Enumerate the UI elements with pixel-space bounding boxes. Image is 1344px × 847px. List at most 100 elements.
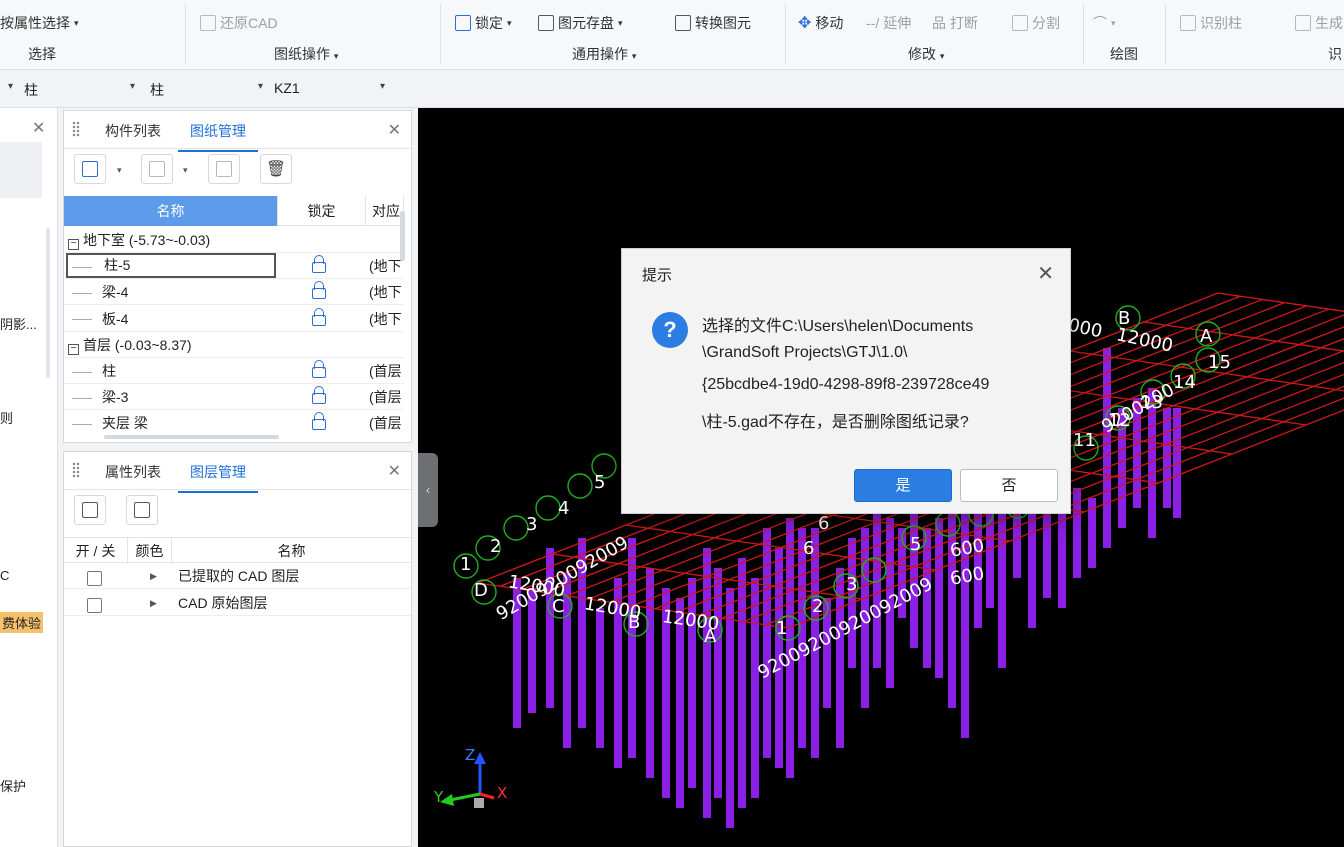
- delete-drawing-button[interactable]: 🗑: [260, 154, 292, 184]
- group-label-common-ops[interactable]: 通用操作 ▾: [572, 44, 636, 64]
- split-icon: [1012, 15, 1028, 31]
- correspond-floor: (地下: [369, 310, 401, 327]
- drawing-row[interactable]: 柱-5 (地下: [64, 253, 404, 280]
- viewport-label-nf1: 1: [776, 618, 788, 639]
- lock-cell: [312, 253, 332, 279]
- drag-handle-icon[interactable]: [72, 462, 80, 478]
- lock-icon[interactable]: [312, 281, 326, 300]
- lock-button[interactable]: 锁定 ▾: [455, 13, 512, 33]
- lock-icon[interactable]: [312, 386, 326, 405]
- layer-hide-icon: [134, 502, 150, 518]
- tree-line: [72, 384, 98, 410]
- layer-row[interactable]: ▶ CAD 原始图层: [64, 590, 411, 616]
- close-icon[interactable]: ✕: [1037, 261, 1054, 286]
- ribbon-toolbar: 按属性选择 ▾ 选择 还原CAD 图纸操作 ▾ 锁定 ▾ 图元存盘 ▾ 转换图元 通用…: [0, 0, 1344, 70]
- drawing-row[interactable]: 板-4 (地下: [64, 306, 404, 332]
- drawing-row[interactable]: 夹层 梁 (首层: [64, 410, 404, 432]
- category-value: 柱: [24, 82, 38, 98]
- lock-cell: [312, 279, 332, 305]
- split-drawing-button[interactable]: [208, 154, 240, 184]
- close-icon[interactable]: ✕: [32, 118, 45, 138]
- col-toggle: 开 / 关: [64, 538, 128, 564]
- expand-toggle-icon[interactable]: −: [68, 239, 79, 250]
- group-label-identify: 识: [1328, 46, 1342, 62]
- split-button[interactable]: 分割: [1012, 13, 1060, 33]
- layer-checkbox[interactable]: [87, 571, 102, 586]
- trial-badge[interactable]: 费体验: [0, 612, 44, 633]
- lock-icon[interactable]: [312, 360, 326, 378]
- expand-toggle-icon[interactable]: −: [68, 343, 79, 355]
- extend-button[interactable]: --/延伸: [866, 13, 911, 33]
- drawing-name: 柱: [102, 363, 116, 379]
- drawing-row[interactable]: 梁-3 (首层: [64, 384, 404, 411]
- col-correspond[interactable]: 对应: [366, 196, 404, 226]
- save-element-button[interactable]: 图元存盘 ▾: [538, 13, 623, 33]
- layer-management-panel: 属性列表 图层管理 ✕ 开 / 关 颜色 名称 ▶ 已提取的 CAD 图层 ▶ CAD…: [63, 451, 412, 847]
- close-icon[interactable]: ✕: [388, 461, 401, 481]
- tab-layer-management[interactable]: 图层管理: [178, 462, 258, 493]
- viewport-label-axis-a-top: A: [1200, 326, 1213, 347]
- expand-arrow-icon[interactable]: ▶: [150, 563, 162, 589]
- chevron-down-icon: ▾: [130, 81, 136, 92]
- col-name[interactable]: 名称: [64, 196, 278, 226]
- lock-icon[interactable]: [312, 412, 326, 431]
- group-label-drawing-ops[interactable]: 图纸操作 ▾: [274, 44, 338, 64]
- layer-checkbox[interactable]: [87, 598, 102, 613]
- tree-line: [72, 358, 98, 384]
- group-label-select: 选择: [28, 46, 56, 62]
- hide-layer-button[interactable]: [126, 495, 158, 525]
- trash-icon: 🗑: [265, 161, 287, 178]
- partial-label-1: 则: [0, 411, 14, 426]
- expand-arrow-icon[interactable]: ▶: [150, 590, 162, 616]
- axis-y-label: Y: [434, 788, 444, 806]
- identify-column-button[interactable]: 识别柱: [1180, 13, 1242, 33]
- drawing-name: 板-4: [102, 310, 129, 327]
- lock-icon: [455, 15, 471, 31]
- lock-icon[interactable]: [312, 255, 326, 274]
- floor-group-row[interactable]: − 首层 (-0.03~8.37): [64, 332, 404, 358]
- layer-row[interactable]: ▶ 已提取的 CAD 图层: [64, 563, 411, 589]
- restore-cad-button[interactable]: 还原CAD: [200, 13, 278, 33]
- generate-button[interactable]: 生成: [1295, 13, 1343, 33]
- edit-icon: [149, 161, 165, 177]
- edit-drawing-button[interactable]: [141, 154, 173, 184]
- no-button[interactable]: 否: [960, 469, 1058, 502]
- drag-handle-icon[interactable]: [72, 121, 80, 137]
- drawing-row[interactable]: 柱 (首层: [64, 358, 404, 384]
- yes-button[interactable]: 是: [854, 469, 952, 502]
- drawing-management-panel: 构件列表 图纸管理 ✕ ▾ ▾ 🗑 名称 锁定 对应 − 地下室 (-5.73~-…: [63, 110, 412, 443]
- floor-group-label: 地下室 (-5.73~-0.03): [83, 232, 211, 248]
- drawing-name: 夹层 梁: [102, 415, 148, 432]
- column-element: [1103, 348, 1111, 548]
- col-lock[interactable]: 锁定: [278, 196, 366, 226]
- select-by-property-button[interactable]: 按属性选择 ▾: [0, 13, 79, 33]
- tab-property-list[interactable]: 属性列表: [105, 462, 161, 482]
- column-element: [726, 588, 734, 828]
- element-value: KZ1: [274, 80, 300, 96]
- scrollbar[interactable]: [46, 228, 50, 378]
- close-icon[interactable]: ✕: [388, 120, 401, 140]
- lock-icon[interactable]: [312, 307, 326, 326]
- chevron-down-icon[interactable]: ▾: [117, 165, 122, 176]
- show-layer-button[interactable]: [74, 495, 106, 525]
- collapse-panel-handle[interactable]: ‹: [418, 453, 438, 527]
- convert-element-button[interactable]: 转换图元: [675, 13, 751, 33]
- tab-drawing-management[interactable]: 图纸管理: [178, 121, 258, 152]
- correspond-floor: (首层: [369, 363, 401, 379]
- draw-arc-button[interactable]: ⌒ ▾: [1093, 13, 1116, 33]
- drawing-row[interactable]: 梁-4 (地下: [64, 279, 404, 306]
- horizontal-scrollbar[interactable]: [104, 435, 279, 439]
- chevron-down-icon[interactable]: ▾: [183, 165, 188, 176]
- floor-group-row[interactable]: − 地下室 (-5.73~-0.03): [64, 227, 404, 253]
- floor-dropdown-arrow[interactable]: ▾: [8, 81, 13, 92]
- viewport-label-nf2: 2: [812, 596, 824, 617]
- tab-component-list[interactable]: 构件列表: [105, 121, 161, 141]
- add-drawing-button[interactable]: [74, 154, 106, 184]
- break-button[interactable]: 品打断: [932, 13, 978, 33]
- vertical-scrollbar[interactable]: [400, 211, 405, 261]
- identify-column-icon: [1180, 15, 1196, 31]
- group-label-modify[interactable]: 修改 ▾: [908, 44, 944, 64]
- lock-cell: [312, 358, 332, 384]
- restore-cad-icon: [200, 15, 216, 31]
- move-button[interactable]: ✥ 移动: [798, 13, 843, 33]
